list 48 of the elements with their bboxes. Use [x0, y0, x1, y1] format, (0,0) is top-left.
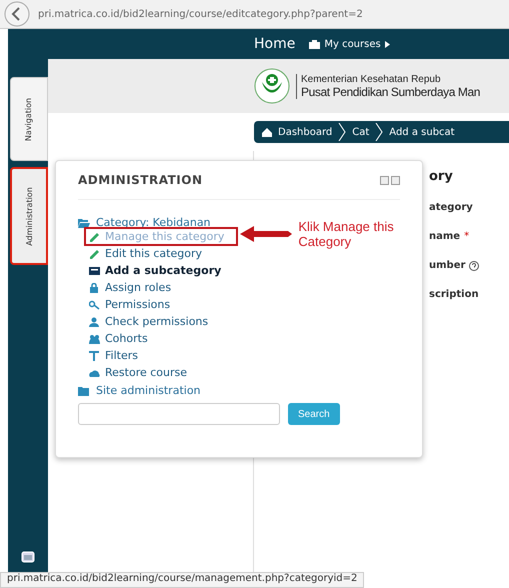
lock-icon — [89, 282, 100, 292]
admin-menu-item[interactable]: Permissions — [86, 297, 174, 312]
url-text[interactable]: pri.matrica.co.id/bid2learning/course/editcategory.php?parent=2 — [38, 8, 363, 20]
required-marker: * — [464, 231, 470, 242]
admin-menu-item[interactable]: Edit this category — [86, 246, 205, 261]
field-label: ategory — [429, 202, 473, 213]
category-link[interactable]: Category: Kebidanan — [96, 216, 211, 229]
my-courses-menu[interactable]: My courses — [309, 38, 390, 50]
admin-menu-item[interactable]: Assign roles — [86, 280, 174, 295]
page-heading: ory — [429, 169, 453, 184]
breadcrumb-link[interactable]: Dashboard — [278, 126, 332, 138]
annotation-text: Klik Manage this Category — [298, 219, 395, 249]
category-link[interactable]: Site administration — [96, 384, 201, 397]
people-icon — [89, 334, 100, 344]
emblem-logo — [254, 68, 290, 104]
status-bar-url: pri.matrica.co.id/bid2learning/course/management.php?categoryid=2 — [0, 572, 364, 588]
breadcrumb-link[interactable]: Cat — [352, 126, 370, 138]
search-field[interactable] — [78, 403, 280, 425]
admin-menu-item[interactable]: Filters — [86, 348, 141, 363]
briefcase-icon — [309, 40, 320, 48]
arrow-icon — [240, 225, 292, 243]
field-label: scription — [429, 289, 479, 300]
ministry-name: Kementerian Kesehatan Repub — [301, 74, 442, 84]
person-icon — [89, 316, 100, 326]
admin-menu-item[interactable]: Check permissions — [86, 314, 212, 329]
block-title: ADMINISTRATION — [78, 173, 202, 187]
dock-block-icon — [380, 176, 400, 184]
side-tab[interactable]: Navigation — [10, 77, 48, 161]
side-tab[interactable]: Administration — [10, 167, 48, 265]
field-label: name — [429, 231, 460, 242]
home-link[interactable]: Home — [254, 36, 296, 52]
cloud-icon — [89, 368, 100, 378]
admin-menu-item[interactable]: Cohorts — [86, 331, 151, 346]
card-icon — [89, 266, 100, 276]
chevron-icon — [375, 123, 384, 141]
pencil-icon — [89, 232, 100, 242]
breadcrumb-link[interactable]: Add a subcat — [389, 126, 455, 138]
pencil-icon — [89, 248, 100, 258]
field-label: umber — [429, 260, 466, 271]
chevron-icon — [338, 123, 346, 141]
caret-icon — [384, 40, 390, 48]
help-icon — [469, 260, 480, 270]
center-name: Pusat Pendidikan Sumberdaya Man — [301, 84, 480, 98]
window-icon[interactable] — [21, 551, 35, 563]
admin-menu-item[interactable]: Restore course — [86, 365, 190, 380]
home-icon — [262, 128, 272, 136]
back-button[interactable] — [4, 1, 30, 27]
admin-menu-item[interactable]: Add a subcategory — [86, 263, 224, 278]
